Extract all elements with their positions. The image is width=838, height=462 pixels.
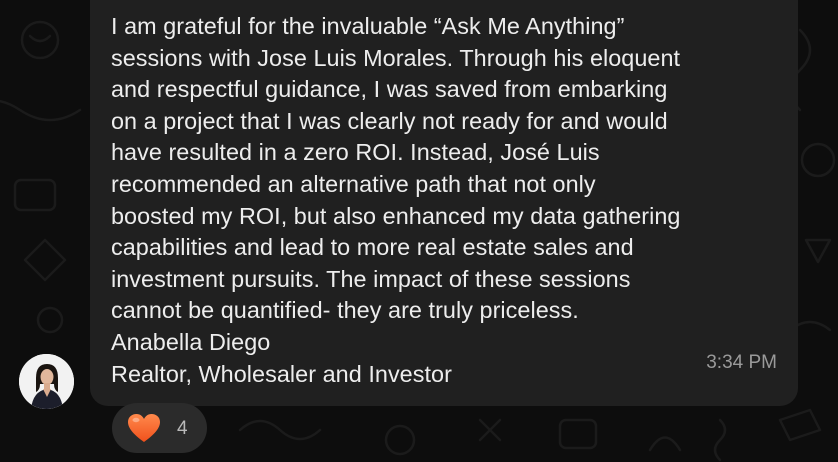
message-timestamp: 3:34 PM	[706, 352, 777, 373]
message-line: boosted my ROI, but also enhanced my dat…	[111, 202, 681, 229]
signature-name: Anabella Diego	[111, 328, 271, 355]
signature-title: Realtor, Wholesaler and Investor	[111, 360, 452, 387]
message-line: sessions with Jose Luis Morales. Through…	[111, 44, 681, 71]
message-line: cannot be quantified- they are truly pri…	[111, 297, 579, 324]
reaction-count: 4	[177, 418, 188, 439]
reaction-pill[interactable]: 4	[112, 403, 207, 453]
heart-icon	[128, 414, 160, 442]
person-avatar-icon	[19, 354, 74, 409]
message-bubble[interactable]: I am grateful for the invaluable “Ask Me…	[90, 0, 798, 406]
message-line: have resulted in a zero ROI. Instead, Jo…	[111, 139, 600, 166]
message-line: investment pursuits. The impact of these…	[111, 265, 631, 292]
message-line: and respectful guidance, I was saved fro…	[111, 76, 668, 103]
message-line: capabilities and lead to more real estat…	[111, 234, 634, 261]
message-line: I am grateful for the invaluable “Ask Me…	[111, 13, 625, 39]
sender-avatar[interactable]	[19, 354, 74, 409]
message-text: I am grateful for the invaluable “Ask Me…	[111, 11, 781, 390]
message-line: on a project that I was clearly not read…	[111, 107, 668, 134]
message-line: recommended an alternative path that not…	[111, 170, 596, 197]
